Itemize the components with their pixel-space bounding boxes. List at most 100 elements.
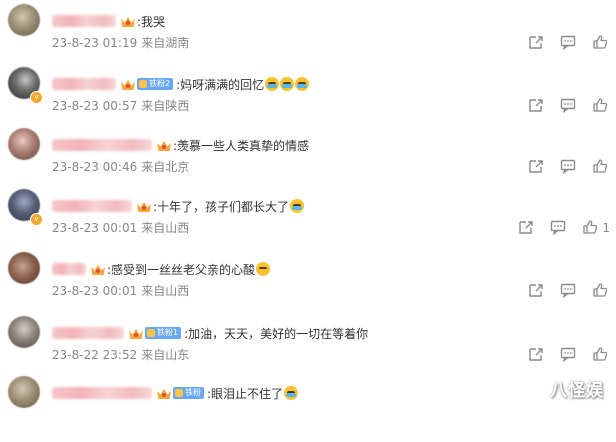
comment-actions (514, 34, 610, 52)
like-button[interactable] (592, 346, 610, 364)
reply-button[interactable] (560, 282, 578, 300)
username[interactable] (52, 387, 152, 399)
reply-button[interactable] (560, 34, 578, 52)
share-button[interactable] (528, 346, 546, 364)
like-button[interactable] (592, 158, 610, 176)
crying-emoji-icon (280, 77, 295, 91)
like-icon (593, 283, 608, 297)
share-button[interactable] (528, 97, 546, 115)
fan-badge-icon (147, 329, 155, 337)
comment-actions (514, 282, 610, 300)
avatar[interactable] (8, 252, 40, 284)
like-count: 1 (602, 221, 610, 235)
share-button[interactable] (528, 158, 546, 176)
avatar[interactable] (8, 316, 40, 348)
like-button[interactable] (592, 282, 610, 300)
crown-icon (121, 15, 135, 27)
avatar[interactable] (8, 4, 40, 36)
like-icon (593, 347, 608, 361)
verified-icon: v (30, 91, 43, 104)
username[interactable] (52, 200, 132, 212)
reply-button[interactable] (560, 97, 578, 115)
reply-button[interactable] (550, 219, 568, 237)
comment-text: :眼泪止不住了 (207, 386, 284, 401)
comment-item: :我哭 23-8-23 01:19 来自湖南 (0, 4, 616, 70)
reply-button[interactable] (560, 158, 578, 176)
comment-meta: 23-8-23 00:01 来自山西 (52, 219, 193, 236)
like-icon (593, 35, 608, 49)
sad-emoji-icon (256, 262, 271, 276)
fan-badge-icon (139, 80, 147, 88)
share-icon (529, 99, 543, 112)
comment-header: 铁粉2:妈呀满满的回忆 (52, 75, 310, 93)
username[interactable] (52, 263, 86, 275)
crying-emoji-icon (284, 386, 299, 400)
comment-icon (560, 35, 576, 51)
fan-badge-label: 铁粉 (185, 388, 201, 397)
share-button[interactable] (518, 219, 536, 237)
comment-text: :我哭 (137, 14, 166, 29)
like-button[interactable] (592, 34, 610, 52)
comment-icon (560, 98, 576, 114)
username[interactable] (52, 15, 116, 27)
timestamp: 23-8-23 00:46 (52, 160, 138, 174)
crown-icon (157, 139, 171, 151)
comment-text: :加油，天天，美好的一切在等着你 (184, 326, 369, 341)
verified-icon: v (30, 213, 43, 226)
username[interactable] (52, 78, 116, 90)
fan-badge-icon (175, 389, 183, 397)
timestamp: 23-8-23 00:01 (52, 221, 138, 235)
location: 来自山西 (141, 221, 190, 235)
comment-item: 铁粉1:加油，天天，美好的一切在等着你 23-8-22 23:52 来自山东 (0, 316, 616, 382)
comment-header: :我哭 (52, 12, 165, 30)
timestamp: 23-8-23 00:57 (52, 99, 138, 113)
crown-icon (121, 78, 135, 90)
watermark: 八怪娱 (550, 381, 604, 401)
like-button[interactable] (592, 97, 610, 115)
share-button[interactable] (528, 34, 546, 52)
share-icon (529, 284, 543, 297)
comment-item: v 铁粉2:妈呀满满的回忆 23-8-23 00:57 来自陕西 (0, 67, 616, 133)
comment-actions: 1 (504, 219, 610, 237)
location: 来自北京 (141, 160, 190, 174)
timestamp: 23-8-22 23:52 (52, 348, 138, 362)
like-icon (593, 98, 608, 112)
share-button[interactable] (528, 282, 546, 300)
crown-icon (157, 387, 171, 399)
share-icon (529, 160, 543, 173)
username[interactable] (52, 139, 152, 151)
crying-emoji-icon (290, 199, 305, 213)
like-icon (593, 159, 608, 173)
comment-meta: 23-8-23 00:57 来自陕西 (52, 97, 193, 114)
reply-button[interactable] (560, 346, 578, 364)
comment-meta: 23-8-22 23:52 来自山东 (52, 346, 193, 363)
comment-header: :十年了，孩子们都长大了 (52, 197, 305, 215)
username[interactable] (52, 327, 124, 339)
comment-item: 铁粉 :眼泪止不住了 (0, 376, 616, 442)
timestamp: 23-8-23 01:19 (52, 36, 138, 50)
fan-badge[interactable]: 铁粉1 (145, 327, 182, 339)
location: 来自山东 (141, 348, 190, 362)
avatar[interactable] (8, 128, 40, 160)
share-icon (529, 348, 543, 361)
location: 来自山西 (141, 284, 190, 298)
crown-icon (91, 263, 105, 275)
comment-icon (560, 347, 576, 363)
comment-actions (514, 346, 610, 364)
comment-meta: 23-8-23 01:19 来自湖南 (52, 34, 193, 51)
like-button[interactable] (582, 219, 600, 237)
fan-badge[interactable]: 铁粉2 (137, 78, 174, 90)
comment-text: :羡慕一些人类真挚的情感 (173, 138, 310, 153)
comment-list: :我哭 23-8-23 01:19 来自湖南 v 铁粉2:妈呀满满的回忆 23-8-23 … (0, 0, 616, 408)
comment-meta: 23-8-23 00:46 来自北京 (52, 158, 193, 175)
timestamp: 23-8-23 00:01 (52, 284, 138, 298)
comment-header: :羡慕一些人类真挚的情感 (52, 136, 309, 154)
avatar[interactable] (8, 376, 40, 408)
fan-badge[interactable]: 铁粉 (173, 387, 204, 399)
comment-header: 铁粉1:加油，天天，美好的一切在等着你 (52, 324, 368, 342)
location: 来自湖南 (141, 36, 190, 50)
comment-icon (560, 159, 576, 175)
crown-icon (137, 200, 151, 212)
comment-item: v :十年了，孩子们都长大了 23-8-23 00:01 来自山西 1 (0, 189, 616, 255)
crown-icon (129, 327, 143, 339)
